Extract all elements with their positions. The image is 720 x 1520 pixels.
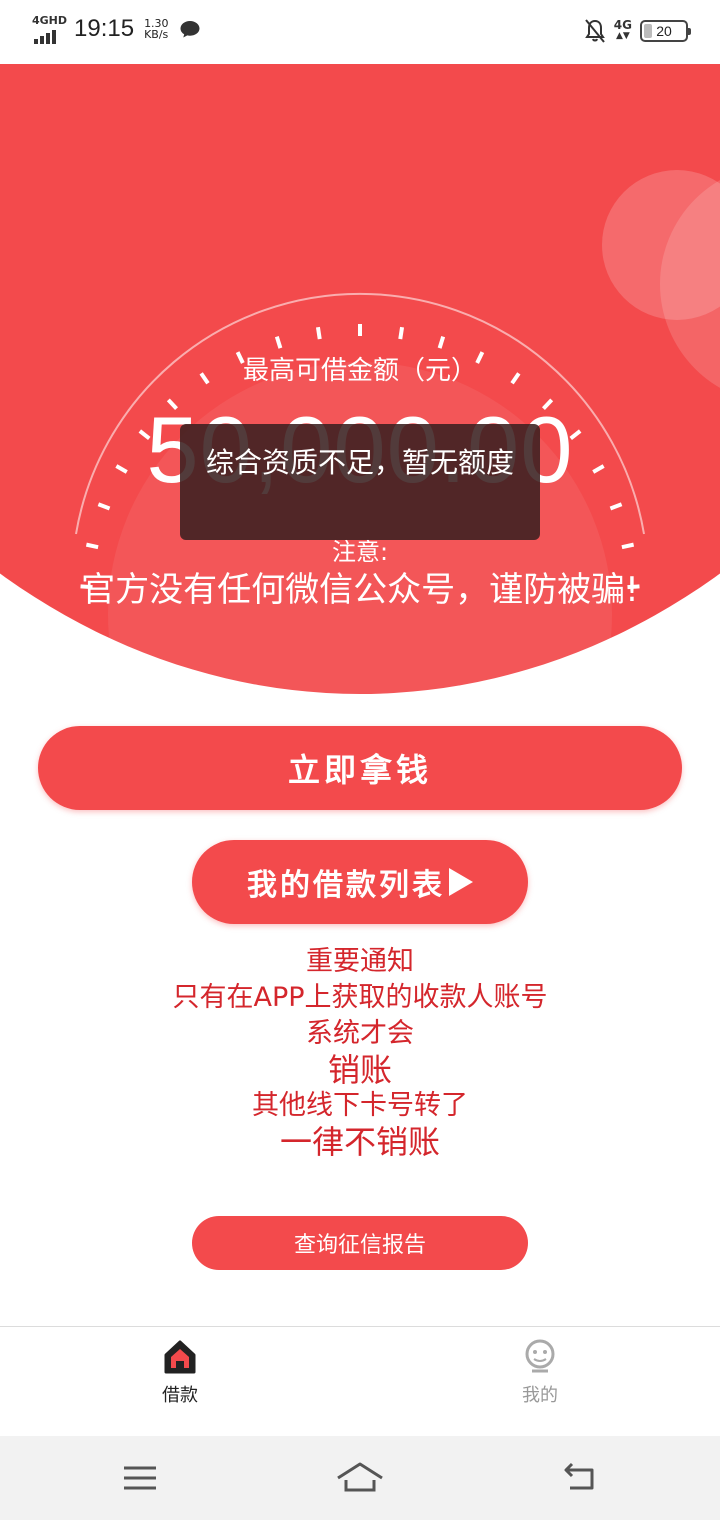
net-type-label: 4G <box>613 18 632 32</box>
get-money-button[interactable]: 立即拿钱 <box>38 726 682 810</box>
profile-icon <box>525 1339 555 1373</box>
amount-caption: 最高可借金额（元） <box>242 356 477 386</box>
tab-label: 借款 <box>162 1385 198 1406</box>
anti-fraud-warning: 官方没有任何微信公众号，谨防被骗! <box>81 570 639 610</box>
credit-report-button[interactable]: 查询征信报告 <box>192 1216 528 1270</box>
play-arrow-icon <box>449 868 473 896</box>
network-tag: 4GHD <box>32 14 68 27</box>
gauge-tick <box>315 326 322 340</box>
gauge-tick <box>437 336 446 349</box>
notice-title: 重要通知 <box>306 946 414 977</box>
back-icon[interactable] <box>560 1460 600 1496</box>
gauge-tick <box>609 502 623 511</box>
chat-notification-icon <box>180 21 200 38</box>
notice-line: 只有在APP上获取的收款人账号 <box>172 982 548 1013</box>
battery-icon: 20 <box>640 20 691 42</box>
status-bar: 4GHD 19:15 1.30 KB/s 4G ▲▼ 20 <box>0 0 720 64</box>
tab-loan[interactable]: 借款 <box>120 1337 240 1407</box>
tab-me[interactable]: 我的 <box>480 1337 600 1407</box>
notice-line: 其他线下卡号转了 <box>252 1090 468 1121</box>
tab-label: 我的 <box>522 1385 558 1406</box>
speed-unit: KB/s <box>144 28 169 41</box>
gauge-tick <box>274 336 283 349</box>
bottom-tab-bar: 借款 我的 <box>0 1326 720 1436</box>
bell-muted-icon <box>584 19 605 43</box>
menu-icon[interactable] <box>120 1460 160 1496</box>
system-nav-bar <box>0 1436 720 1520</box>
gauge-tick <box>398 326 405 340</box>
toast-message: 综合资质不足，暂无额度 <box>180 424 540 540</box>
credit-report-label: 查询征信报告 <box>293 1233 426 1258</box>
home-nav-icon[interactable] <box>336 1460 384 1496</box>
status-time: 19:15 <box>74 15 135 42</box>
get-money-label: 立即拿钱 <box>287 751 432 789</box>
battery-level: 20 <box>656 23 672 39</box>
home-icon <box>164 1340 196 1374</box>
network-speed: 1.30 KB/s <box>144 18 169 40</box>
gauge-tick <box>97 502 111 511</box>
notice-line: 销账 <box>327 1051 392 1089</box>
cellular-signal-icon: 4GHD <box>32 14 68 44</box>
loan-list-label: 我的借款列表 <box>247 868 445 903</box>
loan-list-button[interactable]: 我的借款列表 <box>192 840 528 924</box>
network-4g-icon: 4G ▲▼ <box>613 18 632 41</box>
notice-line: 一律不销账 <box>279 1123 440 1161</box>
important-notice: 重要通知 只有在APP上获取的收款人账号 系统才会 销账 其他线下卡号转了 一律… <box>0 944 720 1160</box>
notice-line: 系统才会 <box>306 1018 414 1049</box>
hero-panel: 最高可借金额（元） 50,000.00 注意: 官方没有任何微信公众号，谨防被骗… <box>0 64 720 704</box>
